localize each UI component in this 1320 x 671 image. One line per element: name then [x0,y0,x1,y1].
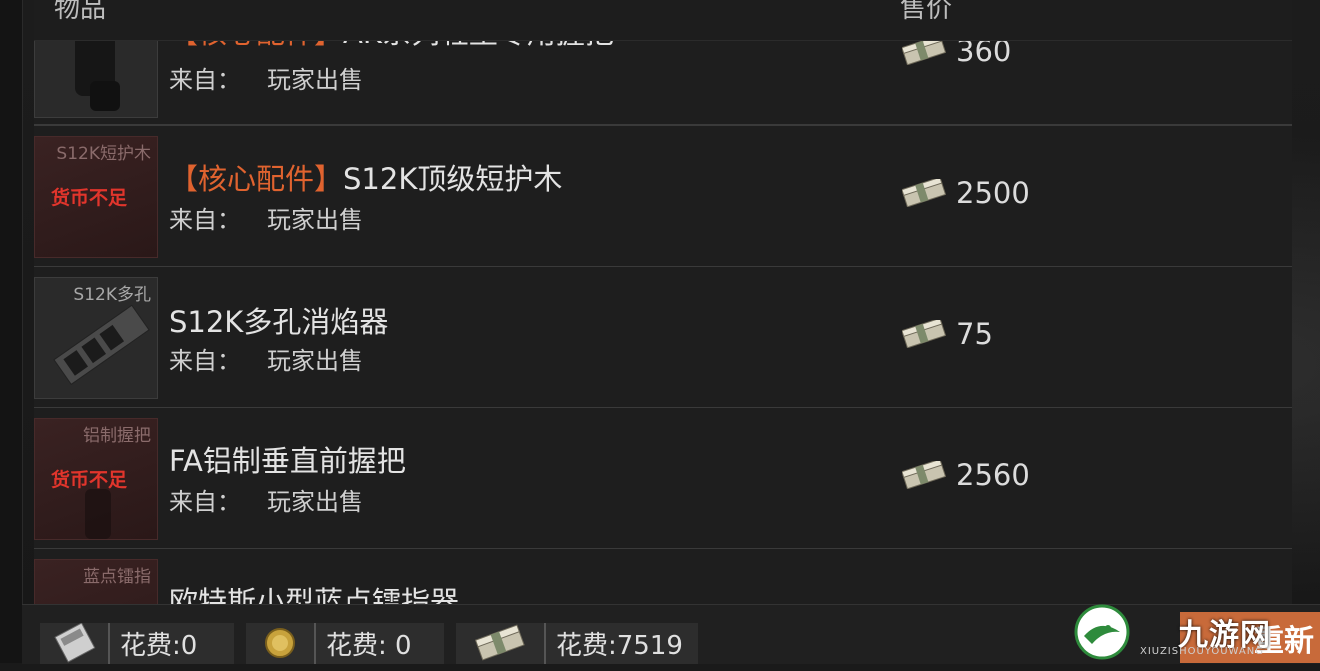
grip-image [85,489,111,539]
source-value: 玩家出售 [267,347,363,375]
watermark-logo [1074,604,1130,660]
item-title: 【核心配件】S12K顶级短护木 [169,156,562,198]
source-label: 来自： [169,347,241,375]
item-name: S12K顶级短护木 [343,162,563,196]
watermark: 九游网 XIUZISHOUYOUWANG [1070,602,1320,663]
list-item[interactable]: 蓝点镭指 欧特斯小型蓝点镭指器 [34,549,1292,604]
item-tag: 【核心配件】 [169,162,344,196]
item-title: FA铝制垂直前握把 [169,438,406,480]
item-thumbnail: S12K多孔 [34,277,158,399]
item-source: 来自： 玩家出售 [169,60,363,95]
cash-icon [901,176,947,208]
cost-cash: 花费:7519 [456,623,698,664]
source-value: 玩家出售 [267,66,363,94]
coin-icon [246,623,316,664]
item-thumbnail: S12K短护木 货币不足 [34,136,158,258]
cost-card-label: 花费:0 [120,631,198,661]
thumbnail-label: 蓝点镭指 [83,567,151,587]
item-thumbnail: 铝制握把 货币不足 [34,418,158,540]
item-title: 欧特斯小型蓝点镭指器 [169,579,459,604]
price-value: 2500 [956,176,1030,210]
item-source: 来自： 玩家出售 [169,200,363,235]
item-price: 75 [901,317,993,351]
item-name: S12K多孔消焰器 [169,305,389,339]
list-item[interactable]: 铝制握把 货币不足 FA铝制垂直前握把 来自： 玩家出售 2560 [34,408,1292,550]
list-header: 物品 售价 [34,0,1292,41]
cash-icon [901,34,947,66]
source-value: 玩家出售 [267,488,363,516]
source-label: 来自： [169,66,241,94]
item-thumbnail: 蓝点镭指 [34,559,158,604]
item-name: 欧特斯小型蓝点镭指器 [169,585,460,604]
cash-icon [901,458,947,490]
thumbnail-label: S12K短护木 [56,144,151,164]
cost-cash-label: 花费:7519 [556,631,683,661]
source-value: 玩家出售 [267,206,363,234]
item-source: 来自： 玩家出售 [169,341,363,376]
cost-card: 花费:0 [40,622,234,664]
card-icon [40,622,110,664]
cash-icon [901,317,947,349]
item-source: 来自： 玩家出售 [169,482,363,517]
item-price: 2560 [901,458,1030,492]
cash-icon [456,623,546,664]
column-header-item: 物品 [54,0,107,24]
source-label: 来自： [169,206,241,234]
price-value: 75 [956,317,993,351]
cost-coin-label: 花费: 0 [326,631,412,661]
list-item[interactable]: S12K短护木 货币不足 【核心配件】S12K顶级短护木 来自： 玩家出售 250… [34,126,1292,268]
item-price: 2500 [901,176,1030,210]
watermark-subtext: XIUZISHOUYOUWANG [1140,646,1264,657]
item-name: FA铝制垂直前握把 [169,444,406,478]
cost-coin: 花费: 0 [246,623,444,664]
left-panel-edge [0,0,23,663]
item-title: S12K多孔消焰器 [169,299,388,341]
price-value: 2560 [956,458,1030,492]
insufficient-funds-label: 货币不足 [51,187,128,209]
source-label: 来自： [169,488,241,516]
muzzle-brake-image [53,304,150,386]
column-header-price: 售价 [900,0,953,24]
list-item[interactable]: S12K多孔 S12K多孔消焰器 来自： 玩家出售 75 [34,267,1292,409]
item-list[interactable]: 【核心配件】AK系列轻型专用握把 来自：玩家出售 360 S12K短护木 货币不… [34,0,1292,604]
